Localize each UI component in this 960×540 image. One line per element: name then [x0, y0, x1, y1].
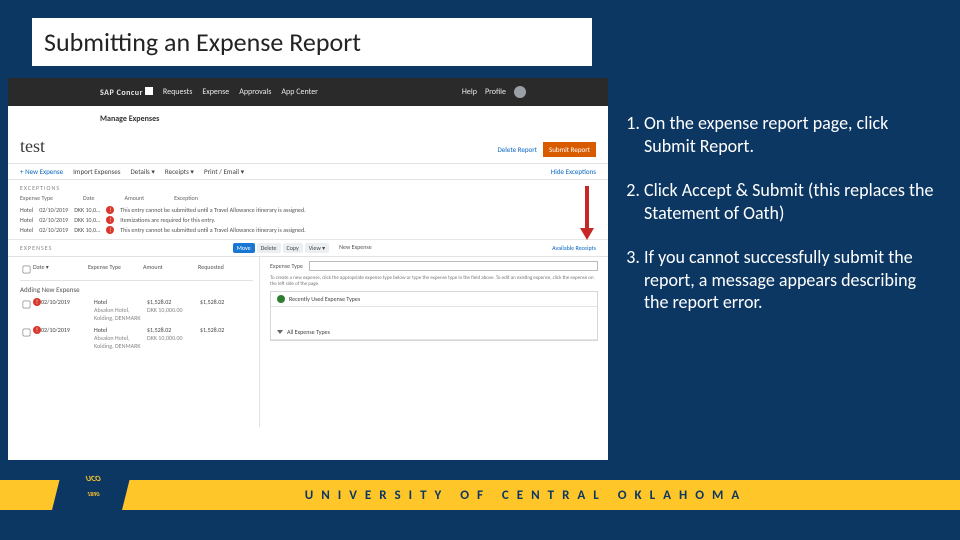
- col-amount: Amount: [124, 194, 144, 202]
- expense-type-input[interactable]: [309, 261, 598, 271]
- exception-row: Hotel 02/10/2019 DKK 10,0… ! This entry …: [20, 205, 596, 215]
- select-all-checkbox[interactable]: [23, 266, 31, 274]
- nav-approvals[interactable]: Approvals: [239, 87, 271, 97]
- hide-exceptions-link[interactable]: Hide Exceptions: [551, 167, 596, 176]
- col-exception: Exception: [174, 194, 198, 202]
- expense-type-label: Expense Type: [270, 262, 303, 270]
- row-checkbox[interactable]: [23, 301, 31, 309]
- th-amount[interactable]: Amount: [143, 263, 198, 278]
- th-requested[interactable]: Requested: [198, 263, 253, 278]
- exceptions-title: EXCEPTIONS: [20, 184, 596, 192]
- instruction-step: On the expense report page, click Submit…: [644, 112, 938, 157]
- instruction-step: Click Accept & Submit (this replaces the…: [644, 179, 938, 224]
- slide-title: Submitting an Expense Report: [32, 18, 592, 66]
- helper-note: To create a new expense, click the appro…: [270, 275, 598, 287]
- uco-logo-icon: UCO1890: [52, 462, 134, 510]
- print-menu[interactable]: Print / Email ▾: [204, 167, 244, 176]
- report-toolbar: + New Expense Import Expenses Details ▾ …: [8, 163, 608, 180]
- chip-copy[interactable]: Copy: [283, 243, 303, 253]
- recent-header[interactable]: Recently Used Expense Types: [289, 295, 360, 303]
- nav-appcenter[interactable]: App Center: [281, 87, 318, 97]
- recent-icon: [277, 295, 285, 303]
- alert-icon: !: [106, 216, 114, 224]
- chip-view[interactable]: View ▾: [305, 243, 329, 253]
- col-type: Expense Type: [20, 194, 53, 202]
- avatar-icon[interactable]: [514, 86, 526, 98]
- receipts-menu[interactable]: Receipts ▾: [165, 167, 194, 176]
- expense-list: Date ▾ Expense Type Amount Requested Add…: [8, 257, 260, 427]
- manage-expenses-tab[interactable]: Manage Expenses: [8, 106, 608, 132]
- details-menu[interactable]: Details ▾: [130, 167, 154, 176]
- alert-icon: !: [33, 326, 41, 334]
- alert-icon: !: [106, 226, 114, 234]
- list-item[interactable]: ! 02/10/2019 HotelAbsalon Hotel, Kolding…: [20, 324, 253, 352]
- footer-banner: UCO1890 UNIVERSITY OF CENTRAL OKLAHOMA: [0, 480, 960, 526]
- report-header: test Delete Report Submit Report: [8, 132, 608, 157]
- list-item[interactable]: ! 02/10/2019 HotelAbsalon Hotel, Kolding…: [20, 296, 253, 324]
- adding-new-expense-label: Adding New Expense: [20, 285, 253, 294]
- exception-row: Hotel 02/10/2019 DKK 10,0… ! Itemization…: [20, 215, 596, 225]
- nav-requests[interactable]: Requests: [163, 87, 192, 97]
- exceptions-section: EXCEPTIONS Expense Type Date Amount Exce…: [8, 180, 608, 240]
- alert-icon: !: [33, 298, 41, 306]
- chip-delete[interactable]: Delete: [257, 243, 281, 253]
- nav-expense[interactable]: Expense: [202, 87, 229, 97]
- new-expense-button[interactable]: + New Expense: [20, 167, 63, 176]
- exception-row: Hotel 02/10/2019 DKK 10,0… ! This entry …: [20, 225, 596, 235]
- alert-icon: !: [106, 206, 114, 214]
- instruction-step: If you cannot successfully submit the re…: [644, 246, 938, 314]
- import-expenses-button[interactable]: Import Expenses: [73, 167, 120, 176]
- th-type[interactable]: Expense Type: [88, 263, 143, 278]
- concur-screenshot: SAP Concur Requests Expense Approvals Ap…: [8, 78, 608, 460]
- callout-arrow-icon: [580, 186, 594, 244]
- th-date[interactable]: Date ▾: [33, 263, 88, 278]
- all-types-header[interactable]: All Expense Types: [287, 328, 330, 336]
- expenses-bar: EXPENSES Move Delete Copy View ▾ New Exp…: [8, 240, 608, 257]
- row-checkbox[interactable]: [23, 329, 31, 337]
- chevron-down-icon: [277, 330, 283, 334]
- delete-report-link[interactable]: Delete Report: [497, 145, 537, 154]
- report-name: test: [20, 136, 45, 157]
- new-expense-panel: Expense Type To create a new expense, cl…: [260, 257, 608, 427]
- available-receipts-link[interactable]: Available Receipts: [552, 244, 596, 252]
- help-link[interactable]: Help: [462, 87, 477, 97]
- concur-logo: SAP Concur: [100, 87, 153, 98]
- chip-move[interactable]: Move: [233, 243, 255, 253]
- new-expense-panel-title: New Expense: [339, 243, 372, 253]
- concur-top-bar: SAP Concur Requests Expense Approvals Ap…: [8, 78, 608, 106]
- university-wordmark: UNIVERSITY OF CENTRAL OKLAHOMA: [128, 488, 960, 503]
- instruction-list: On the expense report page, click Submit…: [622, 112, 938, 336]
- submit-report-button[interactable]: Submit Report: [543, 142, 596, 157]
- profile-link[interactable]: Profile: [485, 87, 506, 97]
- col-date: Date: [83, 194, 94, 202]
- expenses-title: EXPENSES: [20, 244, 52, 252]
- expense-type-picker: Recently Used Expense Types All Expense …: [270, 291, 598, 341]
